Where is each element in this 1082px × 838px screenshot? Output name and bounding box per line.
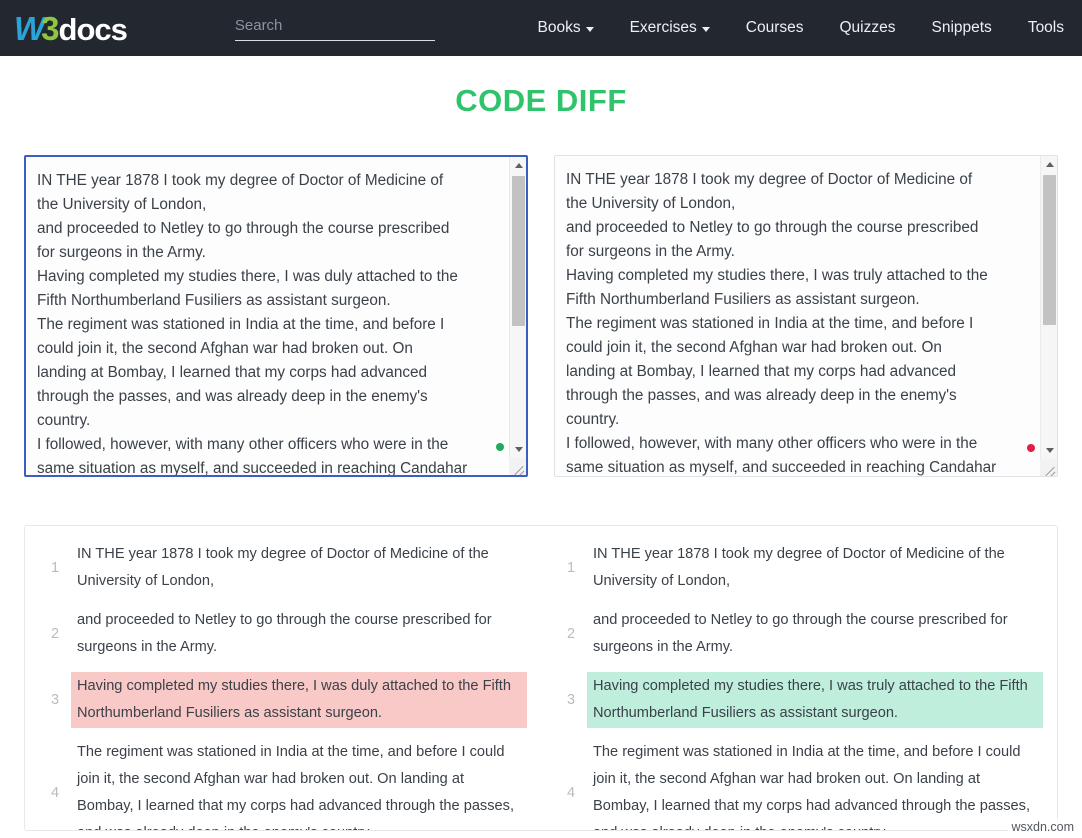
nav-link-label: Snippets xyxy=(931,19,992,36)
scroll-up-arrow-icon[interactable] xyxy=(510,157,526,174)
nav-link-label: Tools xyxy=(1027,19,1064,36)
search-input[interactable] xyxy=(234,15,435,41)
diff-line-number: 1 xyxy=(50,560,60,576)
diff-row: 4 The regiment was stationed in India at … xyxy=(39,738,527,830)
editors-row: IN THE year 1878 I took my degree of Doc… xyxy=(0,155,1082,477)
diff-line-text: Having completed my studies there, I was… xyxy=(587,672,1043,728)
diff-line-text: and proceeded to Netley to go through th… xyxy=(593,612,1008,655)
diff-line-text: IN THE year 1878 I took my degree of Doc… xyxy=(77,546,489,589)
original-resize-handle[interactable] xyxy=(509,458,526,475)
diff-line-number: 4 xyxy=(566,785,576,801)
diff-row: 4 The regiment was stationed in India at … xyxy=(555,738,1043,830)
scroll-down-arrow-icon[interactable] xyxy=(510,441,526,458)
diff-line-text: Having completed my studies there, I was… xyxy=(71,672,527,728)
nav-link-label: Quizzes xyxy=(839,19,896,36)
diff-line-text: The regiment was stationed in India at t… xyxy=(593,744,1030,830)
diff-line-text: and proceeded to Netley to go through th… xyxy=(77,612,492,655)
logo-letter-3: 3 xyxy=(41,9,59,47)
main-nav: Books Exercises Courses Quizzes Snippets Tool… xyxy=(519,13,1068,43)
diff-line-text: IN THE year 1878 I took my degree of Doc… xyxy=(593,546,1005,589)
chevron-down-icon xyxy=(585,27,594,32)
diff-row: 2 and proceeded to Netley to go through t… xyxy=(39,606,527,662)
nav-link-label: Exercises xyxy=(629,19,697,36)
changed-text-content[interactable]: IN THE year 1878 I took my degree of Doc… xyxy=(555,156,1057,476)
search-container xyxy=(234,15,435,41)
nav-link-courses[interactable]: Courses xyxy=(728,13,822,43)
diff-line-number: 1 xyxy=(566,560,576,576)
nav-link-quizzes[interactable]: Quizzes xyxy=(821,13,913,43)
page-title: CODE DIFF xyxy=(455,83,627,118)
changed-status-dot xyxy=(1027,444,1035,452)
original-editor-scrollbar[interactable] xyxy=(509,157,526,475)
diff-row: 3 Having completed my studies there, I wa… xyxy=(39,672,527,728)
diff-column-left: 1 IN THE year 1878 I took my degree of Do… xyxy=(25,526,541,830)
scrollbar-thumb[interactable] xyxy=(1043,175,1056,325)
scrollbar-thumb[interactable] xyxy=(512,176,525,326)
diff-row: 1 IN THE year 1878 I took my degree of Do… xyxy=(39,540,527,596)
diff-line-number: 4 xyxy=(50,785,60,801)
watermark: wsxdn.com xyxy=(1008,819,1077,835)
chevron-down-icon xyxy=(701,27,710,32)
diff-line-number: 3 xyxy=(50,692,60,708)
top-navbar: W3docs Books Exercises Courses Quizzes Snipp… xyxy=(0,0,1082,56)
diff-column-right: 1 IN THE year 1878 I took my degree of Do… xyxy=(541,526,1057,830)
diff-line-text: The regiment was stationed in India at t… xyxy=(77,744,514,830)
diff-line-number: 2 xyxy=(566,626,576,642)
nav-link-books[interactable]: Books xyxy=(519,13,611,43)
nav-link-label: Courses xyxy=(745,19,804,36)
diff-result-panel: 1 IN THE year 1878 I took my degree of Do… xyxy=(24,525,1058,831)
changed-text-editor[interactable]: IN THE year 1878 I took my degree of Doc… xyxy=(554,155,1058,477)
site-logo[interactable]: W 3 docs xyxy=(14,9,128,47)
nav-link-label: Books xyxy=(537,19,581,36)
diff-row: 3 Having completed my studies there, I wa… xyxy=(555,672,1043,728)
original-text-editor[interactable]: IN THE year 1878 I took my degree of Doc… xyxy=(24,155,528,477)
logo-text-docs: docs xyxy=(58,11,128,47)
diff-row: 1 IN THE year 1878 I took my degree of Do… xyxy=(555,540,1043,596)
logo-letter-w: W xyxy=(14,9,45,47)
diff-line-number: 3 xyxy=(566,692,576,708)
nav-link-tools[interactable]: Tools xyxy=(1010,13,1068,43)
scroll-up-arrow-icon[interactable] xyxy=(1041,156,1057,173)
changed-editor-scrollbar[interactable] xyxy=(1040,156,1057,476)
nav-link-exercises[interactable]: Exercises xyxy=(612,13,728,43)
original-status-dot xyxy=(496,443,504,451)
diff-row: 2 and proceeded to Netley to go through t… xyxy=(555,606,1043,662)
diff-line-number: 2 xyxy=(50,626,60,642)
changed-resize-handle[interactable] xyxy=(1040,459,1057,476)
nav-link-snippets[interactable]: Snippets xyxy=(913,13,1009,43)
scroll-down-arrow-icon[interactable] xyxy=(1041,442,1057,459)
original-text-content[interactable]: IN THE year 1878 I took my degree of Doc… xyxy=(26,157,526,475)
